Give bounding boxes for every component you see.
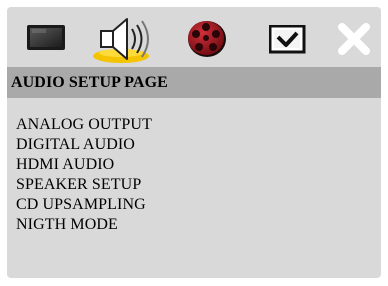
menu-item-speaker-setup[interactable]: SPEAKER SETUP xyxy=(16,175,152,195)
menu-item-hdmi-audio[interactable]: HDMI AUDIO xyxy=(16,155,152,175)
setup-icon-bar xyxy=(7,7,381,65)
page-title: AUDIO SETUP PAGE xyxy=(11,74,168,91)
general-setup-icon[interactable] xyxy=(26,23,68,53)
menu-item-analog-output[interactable]: ANALOG OUTPUT xyxy=(16,115,152,135)
menu-item-digital-audio[interactable]: DIGITAL AUDIO xyxy=(16,135,152,155)
video-reel-icon[interactable] xyxy=(185,18,229,60)
menu-item-cd-upsampling[interactable]: CD UPSAMPLING xyxy=(16,195,152,215)
preference-checkbox-icon[interactable] xyxy=(269,25,307,55)
speaker-audio-icon[interactable] xyxy=(91,16,163,64)
audio-setup-menu: ANALOG OUTPUT DIGITAL AUDIO HDMI AUDIO S… xyxy=(16,115,152,235)
setup-menu-panel: AUDIO SETUP PAGE ANALOG OUTPUT DIGITAL A… xyxy=(7,7,381,278)
page-header: AUDIO SETUP PAGE xyxy=(7,67,381,98)
menu-item-night-mode[interactable]: NIGTH MODE xyxy=(16,215,152,235)
exit-x-icon[interactable] xyxy=(337,23,371,55)
